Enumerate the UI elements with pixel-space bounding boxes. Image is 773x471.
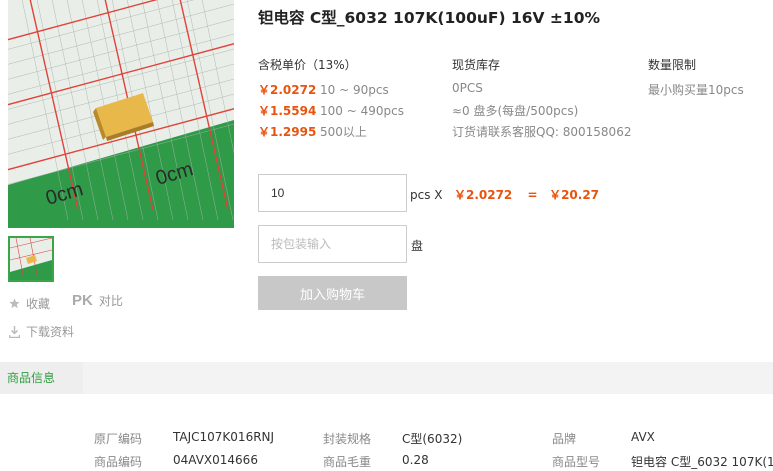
price-calculation: pcs X ￥2.0272 = ￥20.27 — [410, 186, 599, 203]
attr-key: 原厂编码 — [94, 432, 143, 446]
limit-header: 数量限制 — [648, 58, 697, 72]
download-label: 下载资料 — [26, 325, 75, 339]
pcs-multiplier: pcs X — [410, 188, 443, 202]
thumbnail-photo — [10, 238, 52, 280]
attr-value: 04AVX014666 — [173, 453, 258, 467]
price-header: 含税单价（13%） — [258, 58, 357, 72]
reel-unit-label: 盘 — [411, 239, 424, 253]
pk-badge: PK — [72, 292, 93, 309]
equals-sign: = — [527, 188, 538, 202]
tier-price: ￥1.2995 — [258, 125, 317, 139]
attr-value: AVX — [631, 430, 655, 444]
price-tier: ￥1.5594 100 ~ 490pcs — [258, 102, 404, 119]
attr-package: 封装规格 C型(6032) — [323, 430, 462, 447]
download-icon — [8, 325, 20, 338]
stock-contact: 订货请联系客服QQ: 800158062 — [452, 125, 632, 139]
stock-header: 现货库存 — [452, 58, 501, 72]
tier-range: 500以上 — [320, 125, 367, 139]
attr-key: 商品毛重 — [323, 455, 372, 469]
detail-tab-bar: 商品信息 — [0, 362, 773, 394]
price-tier: ￥1.2995 500以上 — [258, 123, 367, 140]
tab-product-info[interactable]: 商品信息 — [0, 362, 83, 394]
product-title: 钽电容 C型_6032 107K(100uF) 16V ±10% — [258, 9, 601, 27]
add-to-cart-button[interactable]: 加入购物车 — [258, 276, 407, 310]
tab-bar-filler — [83, 362, 773, 394]
calc-total: ￥20.27 — [549, 188, 600, 202]
tier-price: ￥1.5594 — [258, 104, 317, 118]
attr-model: 商品型号 钽电容 C型_6032 107K(1... — [552, 453, 773, 470]
compare-label: 对比 — [98, 294, 123, 308]
tier-range: 10 ~ 90pcs — [320, 83, 389, 97]
attr-key: 封装规格 — [323, 432, 372, 446]
star-icon — [8, 298, 20, 310]
product-photo: 0cm 0cm — [8, 0, 234, 228]
attr-value: TAJC107K016RNJ — [173, 430, 275, 444]
download-docs-button[interactable]: 下载资料 — [8, 323, 74, 340]
quantity-input[interactable] — [258, 174, 407, 212]
product-main-image: 0cm 0cm — [8, 0, 234, 228]
tier-price: ￥2.0272 — [258, 83, 317, 97]
favorite-label: 收藏 — [26, 297, 51, 311]
stock-reels: ≈0 盘多(每盘/500pcs) — [452, 104, 579, 118]
attr-value: 0.28 — [402, 453, 429, 467]
tier-range: 100 ~ 490pcs — [320, 104, 404, 118]
attr-weight: 商品毛重 0.28 — [323, 453, 429, 470]
reel-quantity-input[interactable] — [258, 225, 407, 263]
compare-button[interactable]: PK 对比 — [72, 292, 123, 309]
favorite-button[interactable]: 收藏 — [8, 295, 50, 312]
product-thumbnail[interactable] — [8, 236, 54, 282]
attr-value: 钽电容 C型_6032 107K(1... — [631, 455, 773, 469]
attr-key: 商品编码 — [94, 455, 143, 469]
attr-manufacturer-code: 原厂编码 TAJC107K016RNJ — [94, 430, 274, 447]
attr-key: 品牌 — [552, 432, 577, 446]
attr-brand: 品牌 AVX — [552, 430, 655, 447]
price-tier: ￥2.0272 10 ~ 90pcs — [258, 81, 389, 98]
min-order-text: 最小购买量10pcs — [648, 83, 744, 97]
attr-product-code: 商品编码 04AVX014666 — [94, 453, 258, 470]
attr-value: C型(6032) — [402, 432, 463, 446]
calc-unit-price: ￥2.0272 — [453, 188, 513, 202]
stock-quantity: 0PCS — [452, 81, 483, 95]
attr-key: 商品型号 — [552, 455, 601, 469]
